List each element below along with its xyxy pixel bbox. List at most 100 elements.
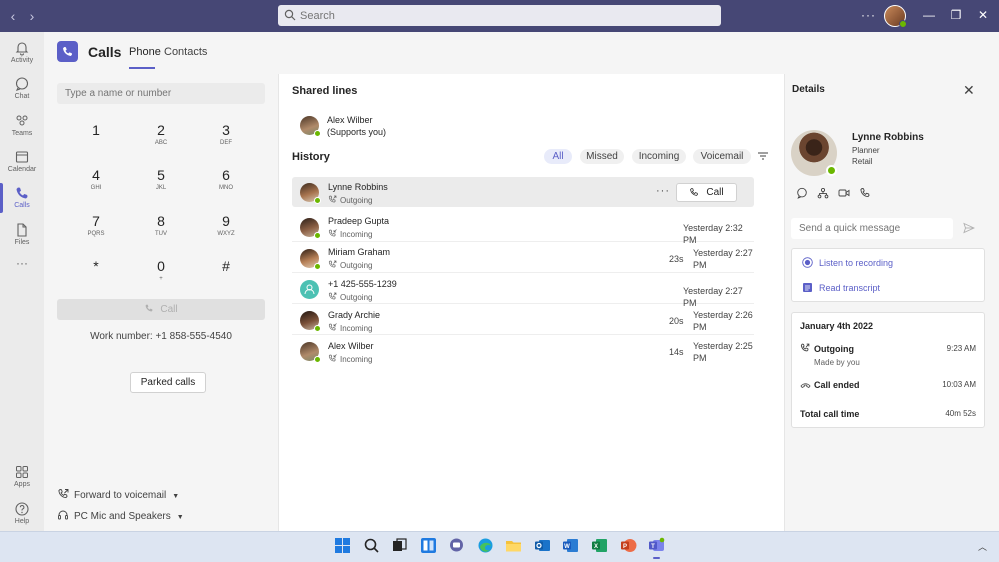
contact-avatar[interactable]: [791, 130, 837, 176]
dial-number-input[interactable]: [57, 83, 265, 104]
history-title: History: [292, 151, 330, 163]
dial-key-7[interactable]: 7 PQRS: [76, 213, 116, 237]
call-direction-label: Outgoing: [340, 261, 373, 270]
dial-key-star[interactable]: *: [76, 258, 116, 276]
title-bar: ‹ › ··· — ❐ ✕: [0, 0, 999, 32]
rail-label: Apps: [14, 481, 30, 488]
word-icon[interactable]: W: [562, 537, 579, 554]
active-tab-indicator: [129, 67, 155, 69]
restore-icon[interactable]: ❐: [949, 8, 963, 22]
key-letters: GHI: [90, 185, 102, 191]
audio-device-dropdown[interactable]: PC Mic and Speakers ▼: [57, 509, 184, 522]
back-arrow-icon[interactable]: ‹: [6, 8, 20, 24]
row-more-options-icon[interactable]: ···: [656, 185, 670, 197]
phone-icon[interactable]: [859, 187, 871, 199]
key-letters: ABC: [154, 140, 168, 146]
caller-name: Miriam Graham: [328, 247, 391, 257]
video-call-icon[interactable]: [838, 187, 850, 199]
rail-item-more[interactable]: ···: [0, 256, 44, 292]
parked-calls-button[interactable]: Parked calls: [130, 372, 206, 393]
forward-to-voicemail-dropdown[interactable]: Forward to voicemail ▼: [57, 488, 179, 501]
dial-key-2[interactable]: 2 ABC: [141, 122, 181, 146]
dial-key-5[interactable]: 5 JKL: [141, 167, 181, 191]
rail-item-apps[interactable]: Apps: [0, 460, 44, 496]
dial-key-1[interactable]: 1: [76, 122, 116, 140]
call-direction: Incoming: [328, 323, 372, 333]
history-row[interactable]: +1 425-555-1239 Outgoing Yesterday 2:27 …: [292, 274, 754, 308]
rail-item-files[interactable]: Files: [0, 218, 44, 254]
profile-avatar[interactable]: [884, 5, 907, 28]
rail-item-calls[interactable]: Calls: [0, 181, 44, 217]
history-row[interactable]: Pradeep Gupta Incoming Yesterday 2:32 PM: [292, 212, 754, 245]
phone-icon: [63, 47, 72, 56]
close-window-icon[interactable]: ✕: [976, 8, 990, 22]
call-actions-card: [791, 248, 985, 302]
more-options-icon[interactable]: ···: [861, 8, 876, 22]
avatar: [300, 311, 321, 332]
chat-icon[interactable]: [796, 187, 808, 199]
rail-item-calendar[interactable]: Calendar: [0, 145, 44, 181]
history-row[interactable]: Miriam Graham Outgoing 23s Yesterday 2:2…: [292, 243, 754, 273]
avatar[interactable]: [300, 116, 321, 137]
file-explorer-icon[interactable]: [505, 537, 522, 554]
task-view-icon[interactable]: [391, 537, 408, 554]
key-digit: 9: [222, 213, 230, 229]
call-ended-icon: [800, 383, 811, 389]
history-row[interactable]: Alex Wilber Incoming 14s Yesterday 2:25 …: [292, 336, 754, 366]
presence-available-icon: [826, 165, 837, 176]
rail-item-activity[interactable]: Activity: [0, 36, 44, 72]
filter-missed[interactable]: Missed: [580, 149, 624, 164]
send-icon[interactable]: [963, 222, 975, 234]
rail-item-help[interactable]: Help: [0, 497, 44, 533]
presence-available-icon: [899, 20, 907, 28]
dial-key-6[interactable]: 6 MNO: [206, 167, 246, 191]
key-digit: 6: [222, 167, 230, 183]
close-icon[interactable]: ✕: [963, 82, 975, 99]
row-call-button[interactable]: Call: [676, 183, 737, 202]
filter-incoming[interactable]: Incoming: [632, 149, 686, 164]
rail-item-teams[interactable]: Teams: [0, 109, 44, 145]
excel-icon[interactable]: X: [591, 537, 608, 554]
dial-key-hash[interactable]: #: [206, 258, 246, 276]
widgets-icon[interactable]: [420, 537, 437, 554]
teams-chat-icon[interactable]: [448, 537, 465, 554]
work-number: Work number: +1 858-555-4540: [90, 331, 232, 342]
chevron-down-icon: ▼: [172, 493, 180, 500]
search-box[interactable]: [278, 5, 721, 26]
rail-item-chat[interactable]: Chat: [0, 72, 44, 108]
history-row[interactable]: Lynne Robbins Outgoing ··· Call: [292, 177, 754, 207]
dial-key-3[interactable]: 3 DEF: [206, 122, 246, 146]
dial-key-8[interactable]: 8 TUV: [141, 213, 181, 237]
dial-call-button[interactable]: Call: [57, 299, 265, 320]
windows-taskbar: [0, 531, 999, 562]
tab-phone[interactable]: Phone: [129, 46, 161, 58]
filter-icon[interactable]: [757, 150, 769, 162]
outgoing-call-icon: [328, 260, 337, 268]
shared-line-name: Alex Wilber: [327, 115, 373, 125]
search-icon[interactable]: [363, 537, 380, 554]
svg-text:T: T: [651, 544, 655, 550]
forward-arrow-icon[interactable]: ›: [25, 8, 39, 24]
teams-icon[interactable]: T: [648, 537, 665, 559]
read-transcript-link[interactable]: Read transcript: [803, 283, 880, 293]
outgoing-call-icon: [328, 292, 337, 300]
listen-to-recording-link[interactable]: Listen to recording: [802, 257, 893, 268]
windows-start-icon[interactable]: [334, 537, 351, 554]
tab-contacts[interactable]: Contacts: [164, 46, 207, 58]
filter-voicemail[interactable]: Voicemail: [693, 149, 751, 164]
search-input[interactable]: [300, 6, 700, 25]
outlook-icon[interactable]: [534, 537, 551, 554]
dial-key-0[interactable]: 0 +: [141, 258, 181, 282]
org-chart-icon[interactable]: [817, 187, 829, 199]
history-row[interactable]: Grady Archie Incoming 20s Yesterday 2:26…: [292, 305, 754, 335]
dial-key-4[interactable]: 4 GHI: [76, 167, 116, 191]
dial-key-9[interactable]: 9 WXYZ: [206, 213, 246, 237]
call-time: Yesterday 2:25: [693, 341, 753, 351]
powerpoint-icon[interactable]: P: [620, 537, 637, 554]
filter-all[interactable]: All: [544, 149, 572, 164]
chevron-up-icon[interactable]: ︿: [978, 540, 987, 553]
edge-icon[interactable]: [477, 537, 494, 554]
quick-message-input[interactable]: [791, 218, 953, 239]
call-direction-label: Incoming: [340, 355, 373, 364]
minimize-icon[interactable]: —: [922, 8, 936, 22]
